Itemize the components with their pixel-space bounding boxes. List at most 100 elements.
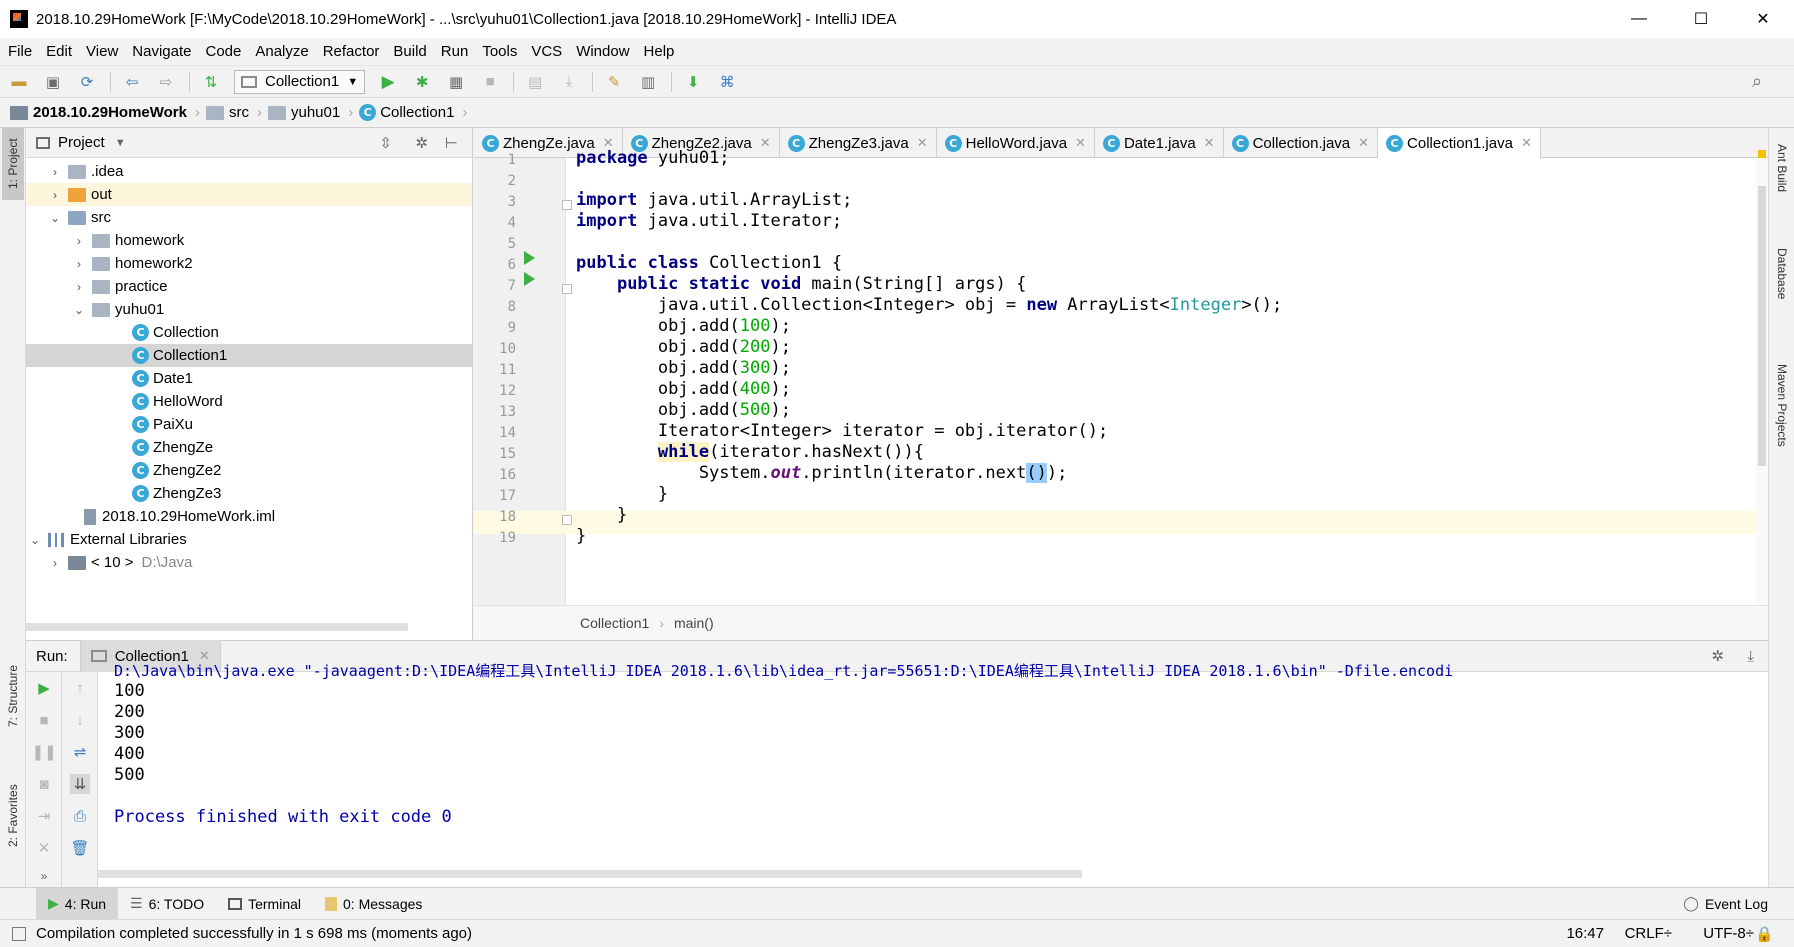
breadcrumb-src[interactable]: src › <box>205 104 262 121</box>
breadcrumb-project[interactable]: 2018.10.29HomeWork › <box>10 104 200 121</box>
file-encoding[interactable]: UTF-8÷ <box>1703 925 1754 942</box>
more-icon[interactable]: » <box>34 866 54 886</box>
rerun-icon[interactable]: ▶ <box>34 678 54 698</box>
line-separator[interactable]: CRLF÷ <box>1625 925 1672 942</box>
fold-marker-icon[interactable] <box>562 200 572 210</box>
collapse-all-icon[interactable]: ⇳ <box>379 134 392 152</box>
pause-icon[interactable]: ❚❚ <box>31 742 56 762</box>
menu-code[interactable]: Code <box>205 43 241 60</box>
down-arrow-icon[interactable]: ↓ <box>70 710 90 730</box>
print-icon[interactable]: ⎙ <box>70 806 90 826</box>
structure-tool-tab[interactable]: 7: Structure <box>2 648 24 744</box>
fold-marker-icon[interactable] <box>562 284 572 294</box>
tree-item-homework[interactable]: › homework <box>70 229 184 252</box>
translate-icon[interactable]: ⌘ <box>716 71 738 93</box>
collapse-arrow-icon[interactable]: ⌄ <box>46 211 64 225</box>
tree-item-homework2[interactable]: › homework2 <box>70 252 193 275</box>
tree-item-iml[interactable]: 2018.10.29HomeWork.iml <box>84 505 275 528</box>
tree-item-paixu[interactable]: C PaiXu <box>132 413 193 436</box>
menu-refactor[interactable]: Refactor <box>323 43 380 60</box>
toggle-tool-windows-icon[interactable] <box>12 926 26 941</box>
vcs-update-icon[interactable]: ▤ <box>524 71 546 93</box>
run-configuration-select[interactable]: Collection1 ▼ <box>234 69 366 94</box>
close-icon[interactable]: ✕ <box>1204 135 1215 151</box>
tab-terminal[interactable]: Terminal <box>216 888 313 920</box>
menu-vcs[interactable]: VCS <box>531 43 562 60</box>
stop-icon[interactable]: ■ <box>479 71 501 93</box>
save-all-icon[interactable]: ▣ <box>42 71 64 93</box>
sdk-download-icon[interactable]: ⬇ <box>682 71 704 93</box>
menu-analyze[interactable]: Analyze <box>255 43 308 60</box>
project-tool-tab[interactable]: 1: Project <box>2 128 24 200</box>
code-editor[interactable]: 1 2 3 4 5 6 7 8 9 10 11 12 13 14 15 16 1… <box>474 148 1768 605</box>
tab-messages[interactable]: 0: Messages <box>313 888 434 920</box>
tab-run[interactable]: ▶ 4: Run <box>36 887 119 920</box>
breadcrumb-package[interactable]: yuhu01 › <box>267 104 353 121</box>
expand-arrow-icon[interactable]: › <box>46 165 64 179</box>
tree-item-idea[interactable]: › .idea <box>46 160 124 183</box>
run-gutter-icon[interactable] <box>524 272 535 286</box>
soft-wrap-icon[interactable]: ⇌ <box>70 742 90 762</box>
coverage-icon[interactable]: ▦ <box>445 71 467 93</box>
expand-arrow-icon[interactable]: › <box>70 280 88 294</box>
expand-arrow-icon[interactable]: › <box>46 556 64 570</box>
tab-todo[interactable]: ☰ 6: TODO <box>118 888 216 920</box>
up-arrow-icon[interactable]: ↑ <box>70 678 90 698</box>
expand-arrow-icon[interactable]: › <box>70 257 88 271</box>
tree-item-out[interactable]: › out <box>26 183 472 206</box>
minimize-button[interactable]: — <box>1608 0 1670 38</box>
menu-help[interactable]: Help <box>644 43 675 60</box>
build-icon[interactable]: ⇅ <box>200 71 222 93</box>
crumb-method[interactable]: main() <box>674 615 714 631</box>
synchronize-icon[interactable]: ⟳ <box>76 71 98 93</box>
run-icon[interactable]: ▶ <box>377 71 399 93</box>
vcs-commit-icon[interactable]: ⤓ <box>558 71 580 93</box>
search-icon[interactable]: ⌕ <box>1746 71 1768 93</box>
tree-item-zhengze[interactable]: C ZhengZe <box>132 436 213 459</box>
project-view-select[interactable]: Project <box>58 134 105 151</box>
close-icon[interactable]: ✕ <box>1075 135 1086 151</box>
pin-icon[interactable]: ✕ <box>34 838 54 858</box>
tree-item-jdk[interactable]: › < 10 > D:\Java <box>46 551 192 574</box>
menu-tools[interactable]: Tools <box>482 43 517 60</box>
console-h-scrollbar[interactable] <box>98 870 1082 878</box>
menu-build[interactable]: Build <box>393 43 426 60</box>
open-folder-icon[interactable]: ▬ <box>8 71 30 93</box>
dump-threads-icon[interactable]: ◙ <box>34 774 54 794</box>
expand-arrow-icon[interactable]: › <box>70 234 88 248</box>
run-console[interactable]: D:\Java\bin\java.exe "-javaagent:D:\IDEA… <box>98 662 1768 887</box>
gear-icon[interactable]: ✲ <box>415 134 428 152</box>
menu-view[interactable]: View <box>86 43 118 60</box>
favorites-tool-tab[interactable]: 2: Favorites <box>2 768 24 864</box>
settings-wrench-icon[interactable]: ✎ <box>603 71 625 93</box>
tab-zhengze3[interactable]: C ZhengZe3.java ✕ <box>780 128 937 158</box>
lock-icon[interactable]: 🔒 <box>1755 925 1774 943</box>
tree-item-external-libraries[interactable]: ⌄ External Libraries <box>26 528 187 551</box>
crumb-class[interactable]: Collection1 <box>580 615 649 631</box>
maven-projects-tool-tab[interactable]: Maven Projects <box>1771 364 1793 494</box>
close-icon[interactable]: ✕ <box>917 135 928 151</box>
close-icon[interactable]: ✕ <box>760 135 771 151</box>
menu-run[interactable]: Run <box>441 43 469 60</box>
back-icon[interactable]: ⇦ <box>121 71 143 93</box>
tree-item-collection1[interactable]: C Collection1 <box>26 344 472 367</box>
project-scrollbar[interactable] <box>26 623 408 631</box>
debug-icon[interactable]: ✱ <box>411 71 433 93</box>
close-button[interactable]: ✕ <box>1732 0 1794 38</box>
editor-scrollbar[interactable] <box>1756 158 1768 605</box>
project-structure-icon[interactable]: ▥ <box>637 71 659 93</box>
tree-item-date1[interactable]: C Date1 <box>132 367 193 390</box>
tab-date1[interactable]: C Date1.java ✕ <box>1095 128 1224 158</box>
tree-item-zhengze2[interactable]: C ZhengZe2 <box>132 459 221 482</box>
tree-item-collection[interactable]: C Collection <box>132 321 219 344</box>
menu-navigate[interactable]: Navigate <box>132 43 191 60</box>
clear-all-icon[interactable]: 🗑 <box>70 838 90 858</box>
tree-item-practice[interactable]: › practice <box>70 275 168 298</box>
chevron-down-icon[interactable]: ▼ <box>115 137 126 149</box>
event-log-button[interactable]: ◯ Event Log <box>1671 888 1780 920</box>
tree-item-zhengze3[interactable]: C ZhengZe3 <box>132 482 221 505</box>
database-tool-tab[interactable]: Database <box>1771 248 1793 338</box>
hide-panel-icon[interactable]: ⊢ <box>445 134 458 152</box>
close-icon[interactable]: ✕ <box>1521 135 1532 151</box>
tab-collection[interactable]: C Collection.java ✕ <box>1224 128 1379 158</box>
